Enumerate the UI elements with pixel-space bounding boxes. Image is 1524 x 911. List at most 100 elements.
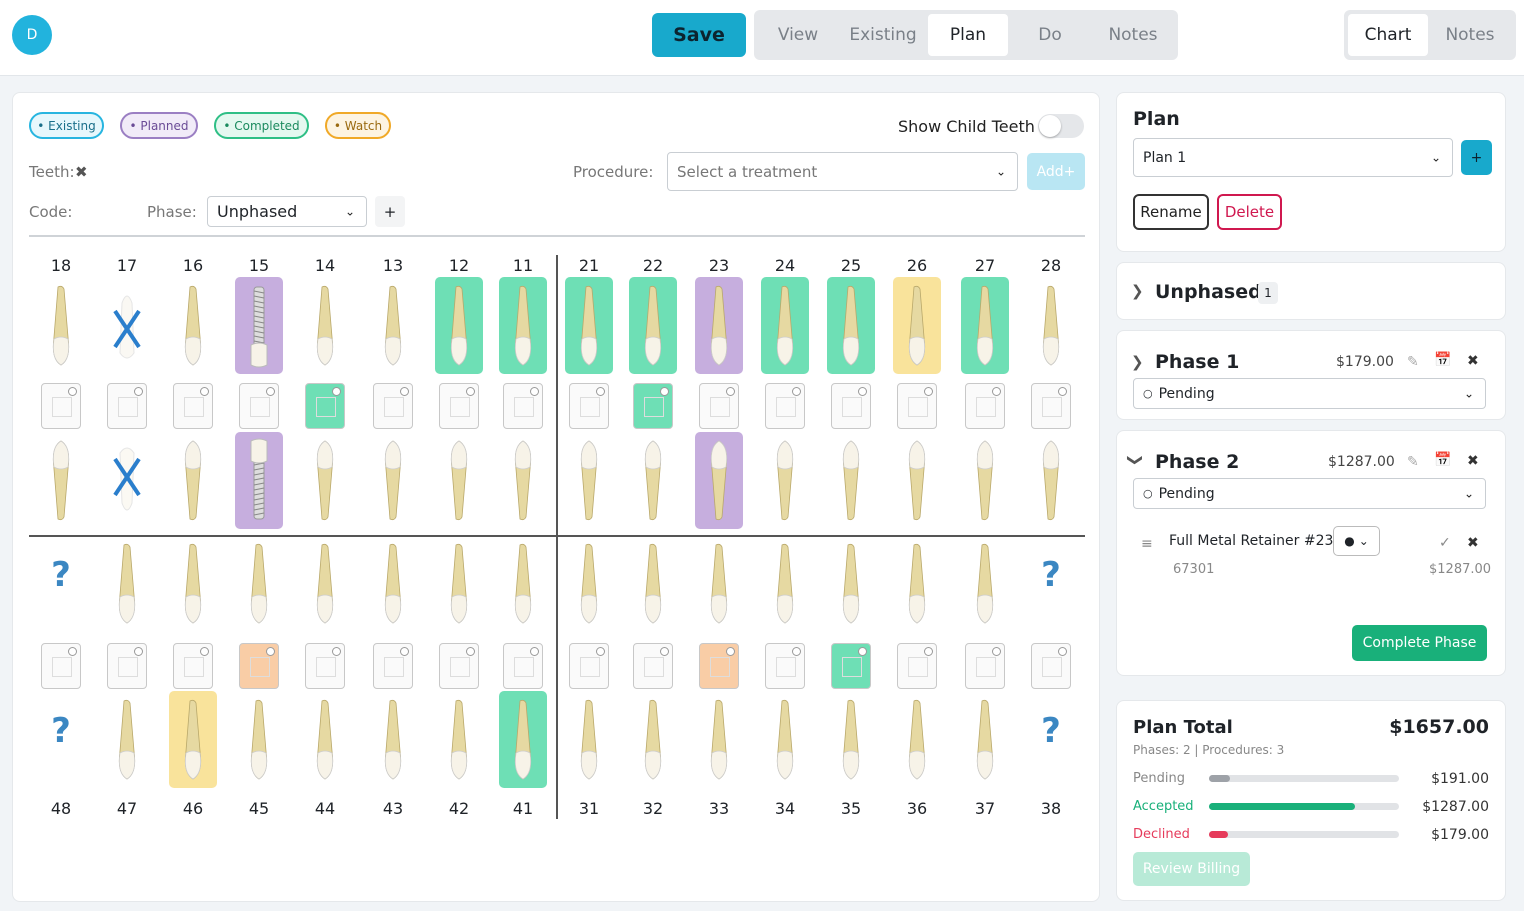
unphased-title[interactable]: Unphased	[1155, 281, 1262, 303]
lower-tooth-buccal[interactable]	[971, 697, 999, 783]
procedure-select[interactable]: Select a treatment ⌄	[667, 152, 1018, 191]
avatar[interactable]: D	[12, 15, 52, 55]
lower-tooth-lingual[interactable]	[639, 541, 667, 627]
calendar-icon[interactable]: 📅	[1434, 452, 1451, 468]
lower-tooth-lingual[interactable]	[379, 541, 407, 627]
unknown-tooth-icon[interactable]: ?	[1031, 555, 1071, 595]
tooth-number-upper[interactable]: 11	[503, 256, 543, 275]
lower-tooth-buccal[interactable]	[179, 697, 207, 783]
tooth-surface-selector[interactable]	[373, 643, 413, 689]
remove-procedure-icon[interactable]: ✖	[1467, 535, 1479, 551]
tooth-surface-selector[interactable]	[439, 383, 479, 429]
lower-tooth-buccal[interactable]	[379, 697, 407, 783]
lower-tooth-lingual[interactable]	[113, 541, 141, 627]
upper-tooth-lingual[interactable]	[771, 437, 799, 523]
tooth-number-lower[interactable]: 33	[699, 799, 739, 818]
tooth-number-upper[interactable]: 26	[897, 256, 937, 275]
unknown-tooth-icon[interactable]: ?	[41, 711, 81, 751]
tooth-number-lower[interactable]: 46	[173, 799, 213, 818]
tooth-surface-selector[interactable]	[1031, 383, 1071, 429]
tooth-number-upper[interactable]: 13	[373, 256, 413, 275]
tooth-surface-selector[interactable]	[633, 383, 673, 429]
tooth-surface-selector[interactable]	[239, 643, 279, 689]
add-plan-button[interactable]: +	[1461, 140, 1492, 175]
drag-handle-icon[interactable]: ≡	[1141, 536, 1153, 552]
tooth-surface-selector[interactable]	[831, 643, 871, 689]
upper-tooth-lingual[interactable]	[903, 437, 931, 523]
lower-tooth-buccal[interactable]	[575, 697, 603, 783]
phase2-status-select[interactable]: ○ Pending ⌄	[1133, 478, 1486, 509]
delete-plan-button[interactable]: Delete	[1217, 194, 1282, 230]
upper-tooth-buccal[interactable]	[1037, 283, 1065, 369]
upper-tooth-buccal[interactable]	[837, 283, 865, 369]
legend-planned[interactable]: • Planned	[120, 112, 198, 139]
upper-tooth-lingual[interactable]	[1037, 437, 1065, 523]
upper-tooth-lingual[interactable]	[47, 437, 75, 523]
tooth-surface-selector[interactable]	[439, 643, 479, 689]
tooth-surface-selector[interactable]	[107, 643, 147, 689]
upper-tooth-buccal[interactable]	[509, 283, 537, 369]
tab-do[interactable]: Do	[1008, 14, 1092, 56]
tooth-number-upper[interactable]: 14	[305, 256, 345, 275]
unknown-tooth-icon[interactable]: ?	[1031, 711, 1071, 751]
lower-tooth-lingual[interactable]	[575, 541, 603, 627]
tooth-surface-selector[interactable]	[765, 383, 805, 429]
tooth-surface-selector[interactable]	[965, 383, 1005, 429]
upper-tooth-lingual[interactable]	[445, 437, 473, 523]
lower-tooth-buccal[interactable]	[311, 697, 339, 783]
upper-tooth-buccal[interactable]	[311, 283, 339, 369]
tooth-surface-selector[interactable]	[1031, 643, 1071, 689]
lower-tooth-buccal[interactable]	[509, 697, 537, 783]
upper-tooth-lingual[interactable]	[639, 437, 667, 523]
tooth-number-upper[interactable]: 12	[439, 256, 479, 275]
tooth-number-upper[interactable]: 17	[107, 256, 147, 275]
lower-tooth-buccal[interactable]	[639, 697, 667, 783]
tooth-number-lower[interactable]: 36	[897, 799, 937, 818]
lower-tooth-buccal[interactable]	[705, 697, 733, 783]
tooth-number-lower[interactable]: 37	[965, 799, 1005, 818]
tooth-surface-selector[interactable]	[305, 643, 345, 689]
upper-tooth-buccal[interactable]	[113, 283, 141, 369]
tab-notes[interactable]: Notes	[1092, 14, 1174, 56]
upper-tooth-buccal[interactable]	[379, 283, 407, 369]
phase1-status-select[interactable]: ○ Pending ⌄	[1133, 378, 1486, 409]
chevron-down-icon[interactable]: ❯	[1126, 454, 1144, 467]
tooth-surface-selector[interactable]	[41, 383, 81, 429]
upper-tooth-lingual[interactable]	[705, 437, 733, 523]
save-button[interactable]: Save	[652, 13, 746, 57]
lower-tooth-lingual[interactable]	[705, 541, 733, 627]
upper-tooth-buccal[interactable]	[639, 283, 667, 369]
upper-tooth-buccal[interactable]	[903, 283, 931, 369]
tooth-surface-selector[interactable]	[897, 383, 937, 429]
delete-phase-icon[interactable]: ✖	[1467, 353, 1479, 369]
review-billing-button[interactable]: Review Billing	[1133, 852, 1250, 886]
tooth-number-lower[interactable]: 48	[41, 799, 81, 818]
upper-tooth-lingual[interactable]	[379, 437, 407, 523]
tooth-number-lower[interactable]: 38	[1031, 799, 1071, 818]
legend-existing[interactable]: • Existing	[29, 112, 104, 139]
edit-icon[interactable]: ✎	[1407, 454, 1419, 470]
tooth-number-lower[interactable]: 31	[569, 799, 609, 818]
lower-tooth-lingual[interactable]	[179, 541, 207, 627]
tooth-surface-selector[interactable]	[173, 383, 213, 429]
phase1-title[interactable]: Phase 1	[1155, 351, 1239, 373]
upper-tooth-buccal[interactable]	[771, 283, 799, 369]
show-child-teeth-toggle[interactable]	[1038, 114, 1084, 138]
phase2-title[interactable]: Phase 2	[1155, 451, 1239, 473]
complete-phase-button[interactable]: Complete Phase	[1352, 625, 1487, 661]
tooth-surface-selector[interactable]	[173, 643, 213, 689]
tooth-surface-selector[interactable]	[503, 383, 543, 429]
tooth-number-lower[interactable]: 47	[107, 799, 147, 818]
legend-watch[interactable]: • Watch	[325, 112, 391, 139]
tooth-surface-selector[interactable]	[41, 643, 81, 689]
lower-tooth-lingual[interactable]	[445, 541, 473, 627]
tooth-surface-selector[interactable]	[699, 383, 739, 429]
tab-plan[interactable]: Plan	[928, 14, 1008, 56]
tooth-number-upper[interactable]: 18	[41, 256, 81, 275]
procedure-status-select[interactable]: ● ⌄	[1333, 526, 1380, 556]
tooth-surface-selector[interactable]	[699, 643, 739, 689]
rename-plan-button[interactable]: Rename	[1133, 194, 1209, 230]
upper-tooth-buccal[interactable]	[575, 283, 603, 369]
add-procedure-button[interactable]: Add+	[1027, 153, 1085, 190]
tooth-number-upper[interactable]: 15	[239, 256, 279, 275]
